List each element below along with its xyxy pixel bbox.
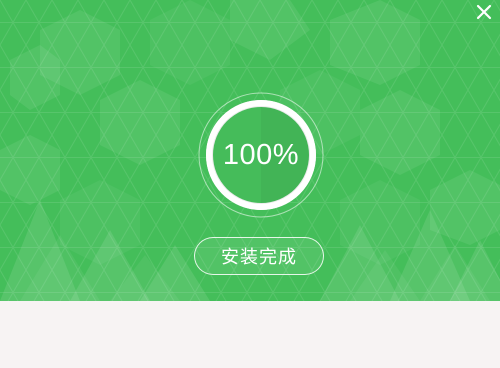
close-icon[interactable] (474, 2, 494, 22)
install-complete-label: 安装完成 (221, 247, 297, 268)
progress-percentage: 100% (222, 138, 300, 171)
install-complete-button[interactable]: 安装完成 (194, 237, 324, 275)
header-banner: 100% 安装完成 (0, 0, 500, 301)
footer-area (0, 301, 500, 368)
installer-window: 100% 安装完成 (0, 0, 500, 368)
